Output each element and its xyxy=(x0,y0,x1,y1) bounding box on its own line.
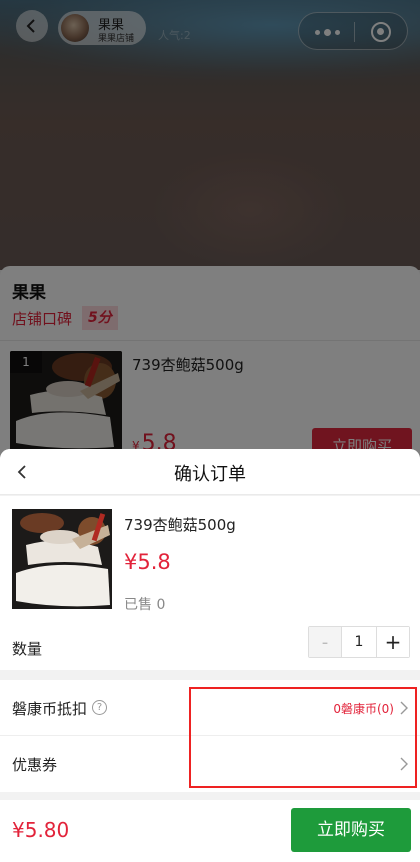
product-name: 739杏鲍菇500g xyxy=(124,516,236,534)
quantity-label: 数量 xyxy=(12,640,43,658)
coupon-row[interactable]: 优惠券 xyxy=(0,736,420,792)
quantity-decrease-button[interactable]: - xyxy=(309,627,341,657)
help-icon[interactable]: ? xyxy=(92,700,107,715)
discount-options: 磐康币抵扣 ? 0磐康币(0) 优惠券 xyxy=(0,680,420,792)
total-price: ¥5.80 xyxy=(12,818,70,842)
checkout-footer: ¥5.80 立即购买 xyxy=(0,800,420,862)
coin-deduction-row[interactable]: 磐康币抵扣 ? 0磐康币(0) xyxy=(0,680,420,736)
buy-now-button[interactable]: 立即购买 xyxy=(291,808,411,852)
product-image xyxy=(12,509,112,609)
mushroom-image xyxy=(12,509,112,609)
sheet-header: 确认订单 xyxy=(0,449,420,495)
sold-count: 已售 0 xyxy=(124,597,166,613)
sheet-title: 确认订单 xyxy=(174,464,246,485)
product-card: 739杏鲍菇500g ¥5.8 已售 0 数量 - 1 + xyxy=(0,496,420,670)
confirm-order-sheet: 确认订单 739杏鲍菇500g ¥5.8 已售 0 数量 - 1 + 磐康币抵扣… xyxy=(0,449,420,862)
chevron-right-icon xyxy=(400,757,408,771)
coin-deduction-label: 磐康币抵扣 xyxy=(12,700,88,718)
quantity-increase-button[interactable]: + xyxy=(377,627,409,657)
product-price: ¥5.8 xyxy=(124,550,171,574)
quantity-value[interactable]: 1 xyxy=(341,627,377,657)
coin-deduction-value: 0磐康币(0) xyxy=(333,702,394,716)
chevron-right-icon xyxy=(400,701,408,715)
coupon-label: 优惠券 xyxy=(12,756,58,774)
quantity-stepper: - 1 + xyxy=(308,626,410,658)
